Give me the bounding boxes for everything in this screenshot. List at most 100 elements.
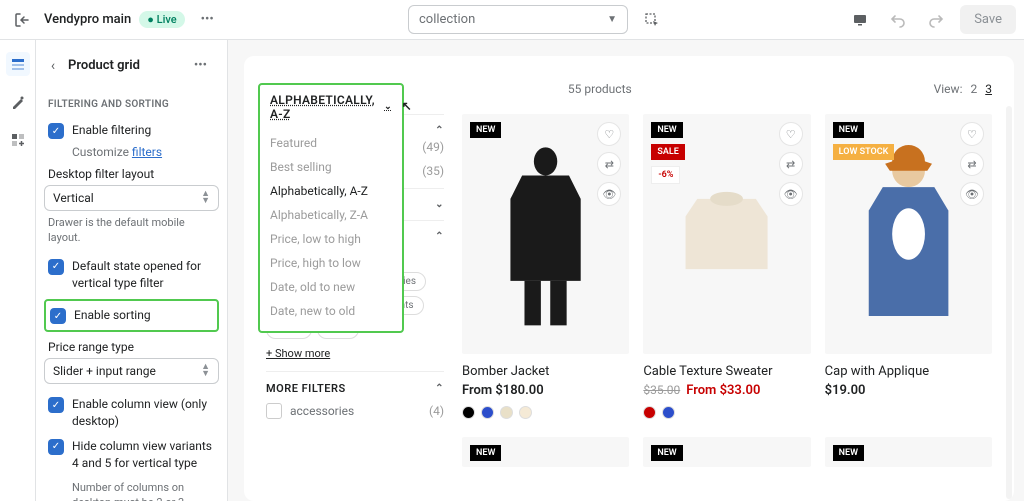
- live-badge: ● Live: [139, 11, 184, 28]
- default-state-checkbox[interactable]: ✓ Default state opened for vertical type…: [44, 254, 219, 296]
- swatch[interactable]: [500, 406, 513, 419]
- back-icon[interactable]: ‹: [44, 58, 62, 74]
- product-count: 55 products: [568, 82, 632, 96]
- chevron-up-icon: ⌃: [435, 125, 444, 136]
- enable-col-view-checkbox[interactable]: ✓ Enable column view (only desktop): [44, 392, 219, 434]
- filter-accessories-row[interactable]: accessories (4): [266, 403, 444, 419]
- product-image[interactable]: NEW LOW STOCK ♡ ⇄ 👁: [825, 114, 992, 354]
- product-name: Cable Texture Sweater: [643, 364, 810, 379]
- checkbox-icon: ✓: [50, 308, 66, 324]
- product-card[interactable]: NEW: [825, 437, 992, 467]
- sort-option[interactable]: Price, low to high: [270, 227, 392, 251]
- cursor-icon: ↖: [402, 99, 412, 113]
- compare-icon[interactable]: ⇄: [960, 152, 984, 176]
- badge: NEW: [470, 122, 501, 138]
- badge: NEW: [833, 122, 864, 138]
- swatch[interactable]: [462, 406, 475, 419]
- price-range-select[interactable]: Slider + input range ▲▼: [44, 358, 219, 384]
- sort-option[interactable]: Date, old to new: [270, 275, 392, 299]
- desktop-icon[interactable]: [846, 6, 874, 34]
- sort-option[interactable]: Date, new to old: [270, 299, 392, 323]
- view-option-2[interactable]: 2: [970, 82, 977, 96]
- product-name: Bomber Jacket: [462, 364, 629, 379]
- sort-option[interactable]: Alphabetically, Z-A: [270, 203, 392, 227]
- wishlist-icon[interactable]: ♡: [960, 122, 984, 146]
- checkbox-icon: ✓: [48, 397, 64, 413]
- view-switch: View: 2 3: [934, 82, 992, 96]
- chevron-down-icon: ⌄: [384, 102, 392, 112]
- product-image[interactable]: NEW ♡ ⇄ 👁: [462, 114, 629, 354]
- price-range-label: Price range type: [48, 340, 219, 354]
- product-price: $35.00From $33.00: [643, 383, 810, 398]
- theme-name: Vendypro main: [44, 12, 131, 27]
- compare-icon[interactable]: ⇄: [779, 152, 803, 176]
- product-card[interactable]: NEW ♡ ⇄ 👁 Bomber Jacket From $180.00: [462, 114, 629, 419]
- redo-icon[interactable]: [922, 6, 950, 34]
- scrollbar[interactable]: [1006, 106, 1012, 499]
- badge: NEW: [470, 445, 501, 461]
- product-card[interactable]: NEW LOW STOCK ♡ ⇄ 👁 Cap with Applique $19.0…: [825, 114, 992, 419]
- desktop-layout-select[interactable]: Vertical ▲▼: [44, 185, 219, 211]
- save-button[interactable]: Save: [960, 5, 1016, 34]
- filters-link[interactable]: filters: [132, 145, 162, 159]
- product-card[interactable]: NEW SALE -6% ♡ ⇄ 👁 Cable Texture Sweater $35…: [643, 114, 810, 419]
- section-label-filtering: FILTERING AND SORTING: [48, 99, 219, 110]
- wishlist-icon[interactable]: ♡: [597, 122, 621, 146]
- chevron-up-icon: ⌃: [435, 383, 444, 394]
- view-option-3[interactable]: 3: [985, 82, 992, 96]
- swatch[interactable]: [519, 406, 532, 419]
- desktop-layout-label: Desktop filter layout: [48, 167, 219, 181]
- badge: NEW: [651, 122, 682, 138]
- badge: LOW STOCK: [833, 144, 895, 160]
- product-price: From $180.00: [462, 383, 629, 398]
- badge: NEW: [833, 445, 864, 461]
- quickview-icon[interactable]: 👁: [960, 182, 984, 206]
- sections-icon[interactable]: [6, 52, 30, 76]
- chevron-down-icon: ⌄: [435, 199, 444, 210]
- wishlist-icon[interactable]: ♡: [779, 122, 803, 146]
- sort-option[interactable]: Featured: [270, 131, 392, 155]
- badge: SALE: [651, 144, 684, 160]
- chevron-up-icon: ⌃: [435, 231, 444, 242]
- page-selector-value: collection: [419, 12, 475, 27]
- exit-icon[interactable]: [8, 6, 36, 34]
- product-card[interactable]: NEW: [643, 437, 810, 467]
- checkbox-icon: ✓: [48, 439, 64, 455]
- inspector-icon[interactable]: [638, 6, 666, 34]
- undo-icon[interactable]: [884, 6, 912, 34]
- select-arrows-icon: ▲▼: [201, 364, 210, 378]
- swatch[interactable]: [662, 406, 675, 419]
- apps-icon[interactable]: [6, 128, 30, 152]
- show-more[interactable]: + Show more: [266, 347, 330, 360]
- sort-option[interactable]: Price, high to low: [270, 251, 392, 275]
- product-name: Cap with Applique: [825, 364, 992, 379]
- sidebar-title: Product grid: [68, 58, 140, 73]
- quickview-icon[interactable]: 👁: [597, 182, 621, 206]
- sort-trigger[interactable]: ALPHABETICALLY, A-Z ⌄↖: [270, 93, 392, 121]
- hide-col-checkbox[interactable]: ✓ Hide column view variants 4 and 5 for …: [44, 434, 219, 476]
- enable-sorting-checkbox[interactable]: ✓ Enable sorting: [44, 299, 219, 332]
- theme-settings-icon[interactable]: [6, 90, 30, 114]
- checkbox-empty-icon: [266, 403, 282, 419]
- compare-icon[interactable]: ⇄: [597, 152, 621, 176]
- sort-option[interactable]: Best selling: [270, 155, 392, 179]
- sidebar-more-icon[interactable]: •••: [186, 54, 215, 77]
- badge: NEW: [651, 445, 682, 461]
- select-arrows-icon: ▲▼: [201, 191, 210, 205]
- more-actions-icon[interactable]: •••: [193, 8, 222, 31]
- swatch[interactable]: [481, 406, 494, 419]
- filter-more[interactable]: MORE FILTERS⌃: [266, 382, 444, 395]
- sort-option[interactable]: Alphabetically, A-Z: [270, 179, 392, 203]
- swatch[interactable]: [643, 406, 656, 419]
- badge: -6%: [651, 166, 680, 184]
- quickview-icon[interactable]: 👁: [779, 182, 803, 206]
- product-price: $19.00: [825, 383, 992, 398]
- enable-filtering-checkbox[interactable]: ✓ Enable filtering: [44, 118, 219, 143]
- icon-rail: [0, 40, 36, 501]
- page-selector[interactable]: collection ▼: [408, 5, 628, 34]
- product-image[interactable]: NEW SALE -6% ♡ ⇄ 👁: [643, 114, 810, 354]
- sidebar: ‹ Product grid ••• FILTERING AND SORTING…: [36, 40, 228, 501]
- chevron-down-icon: ▼: [607, 14, 617, 25]
- product-card[interactable]: NEW: [462, 437, 629, 467]
- checkbox-icon: ✓: [48, 259, 64, 275]
